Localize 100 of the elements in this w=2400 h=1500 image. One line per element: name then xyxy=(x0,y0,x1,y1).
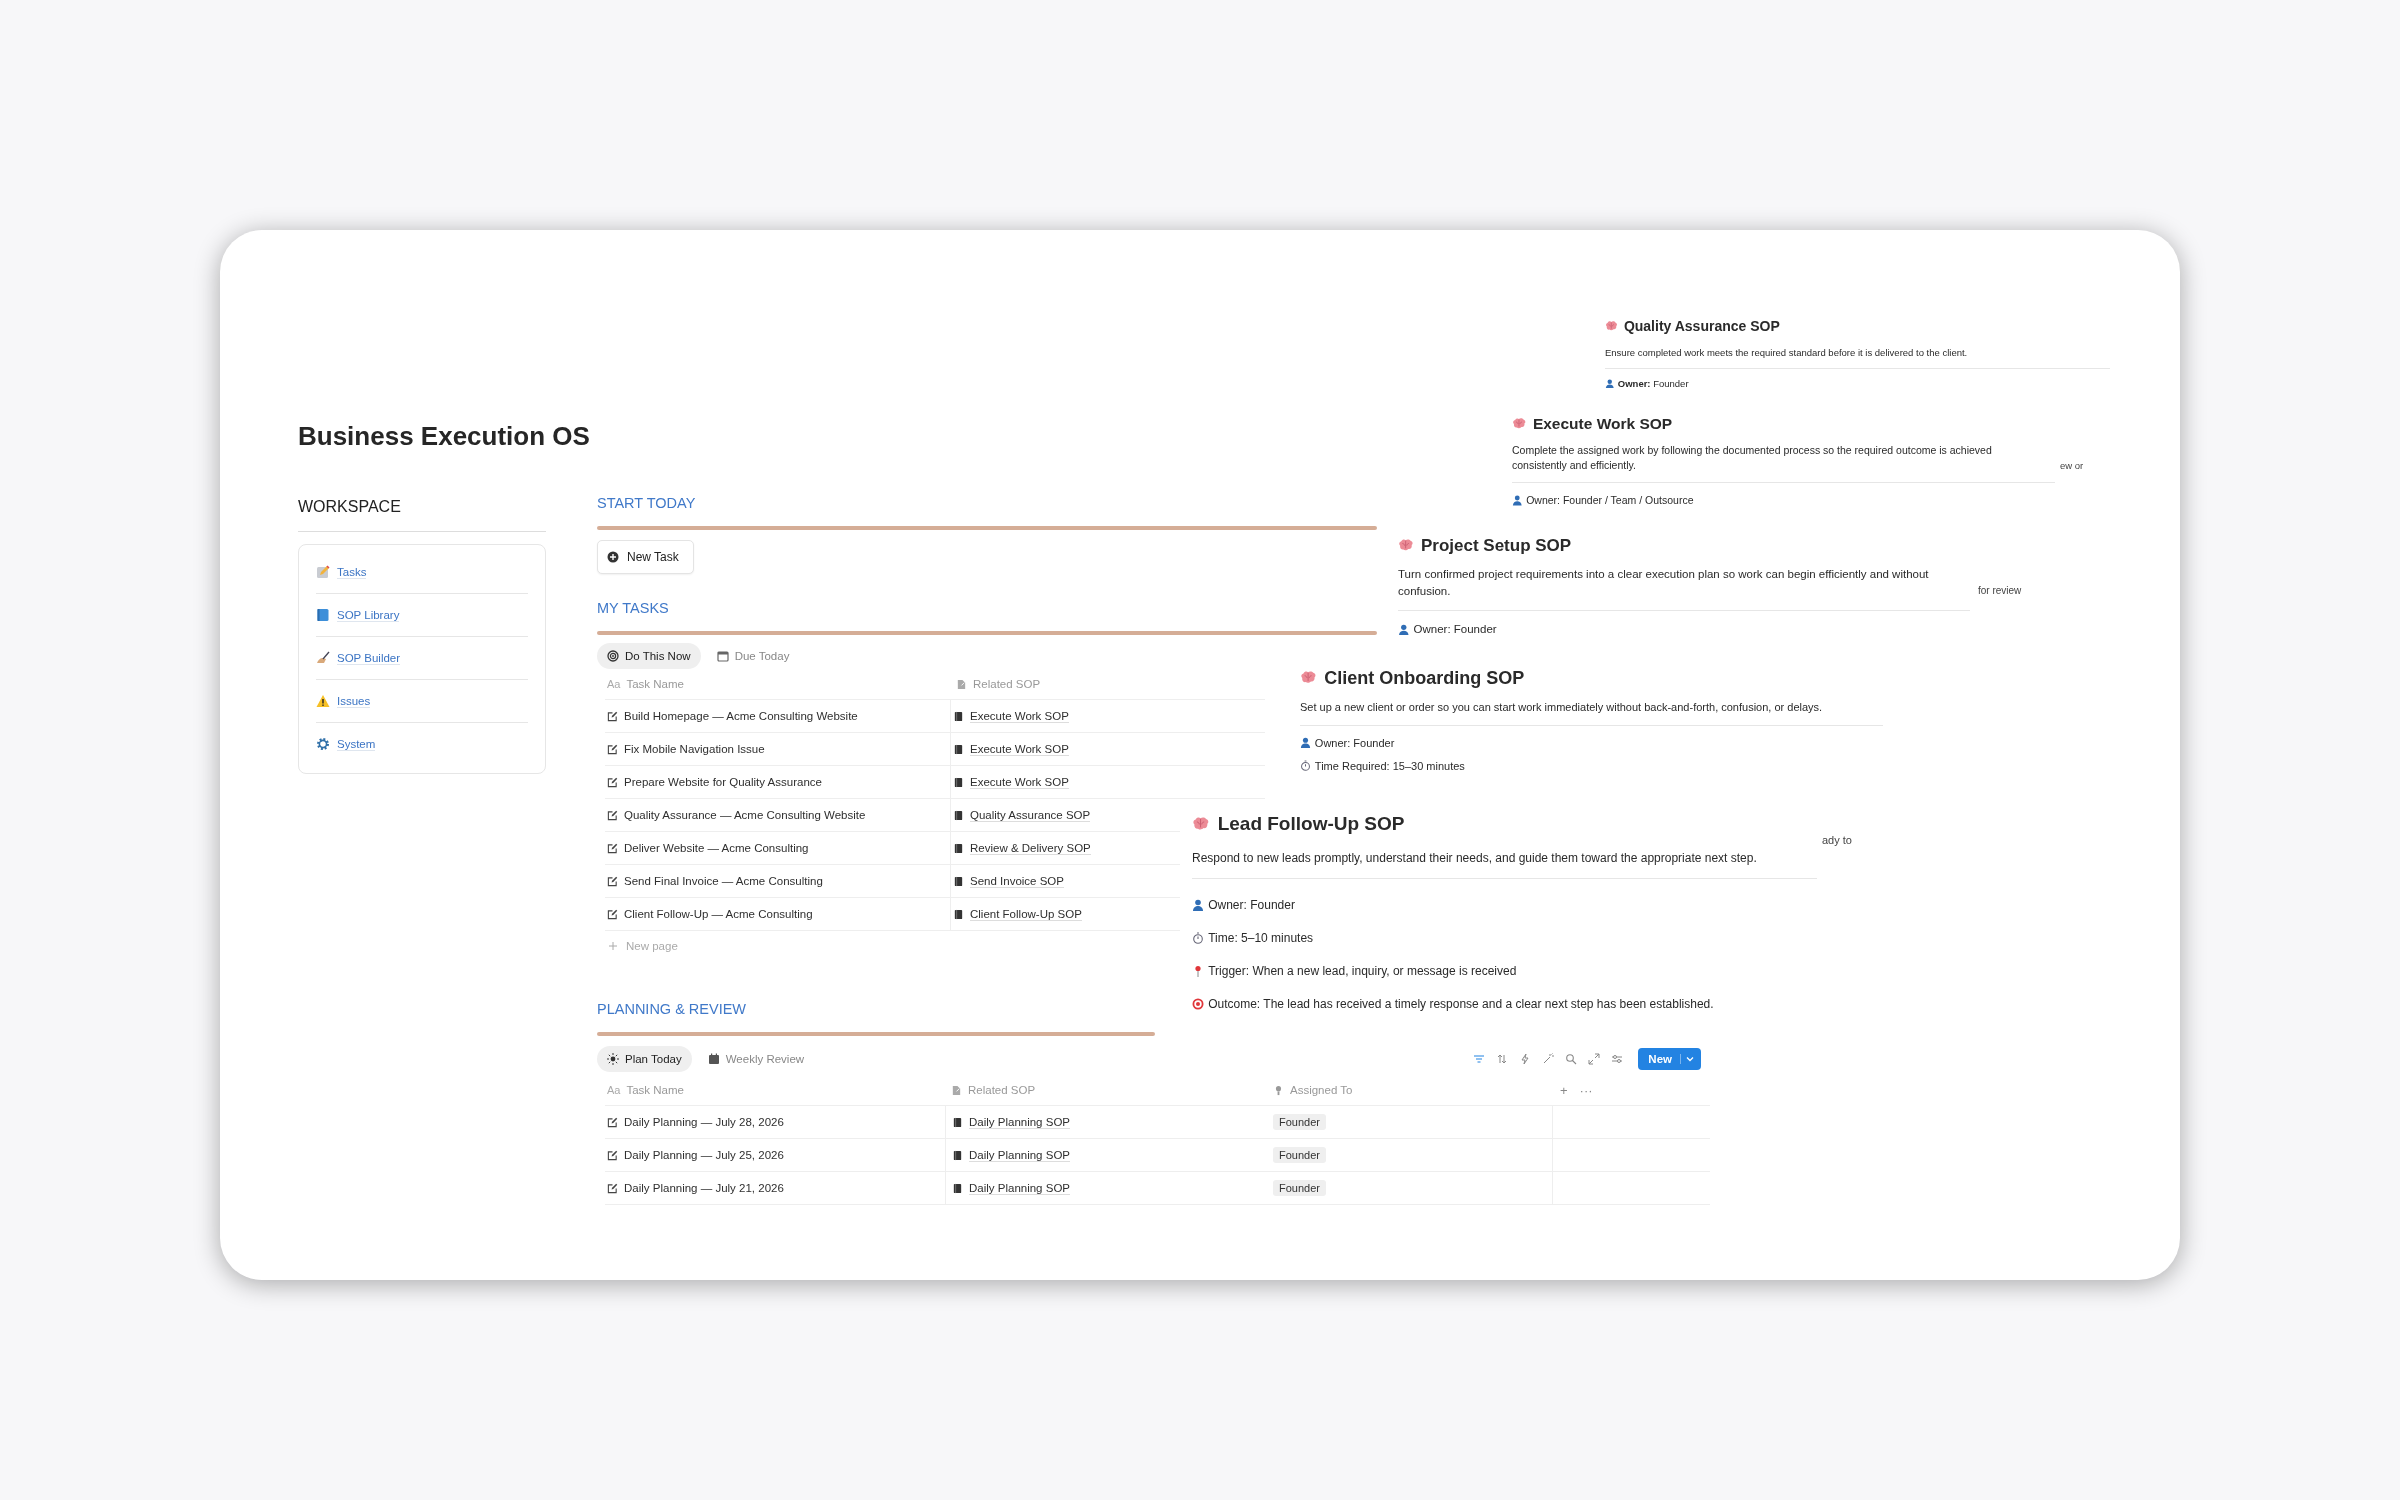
assignee-tag: Founder xyxy=(1273,1114,1326,1130)
task-name[interactable]: Send Final Invoice — Acme Consulting xyxy=(624,875,823,887)
sort-icon[interactable] xyxy=(1496,1053,1509,1065)
title-property-glyph: Aa xyxy=(607,678,621,690)
sun-icon xyxy=(607,1053,619,1065)
view-tab[interactable]: Do This Now xyxy=(597,643,701,669)
writing-hand-icon xyxy=(316,651,330,665)
sidebar-link[interactable]: SOP Builder xyxy=(337,651,401,665)
sop-link[interactable]: Execute Work SOP xyxy=(970,742,1069,756)
task-name[interactable]: Daily Planning — July 21, 2026 xyxy=(624,1182,784,1194)
sop-detail: Outcome: The lead has received a timely response and a clear next step has been established. xyxy=(1208,997,1714,1012)
section-heading: MY TASKS xyxy=(597,599,669,618)
sop-title: Execute Work SOP xyxy=(1532,415,1673,433)
task-name[interactable]: Client Follow-Up — Acme Consulting xyxy=(624,908,813,920)
document-icon xyxy=(953,809,964,821)
document-icon xyxy=(952,1182,963,1194)
stopwatch-icon xyxy=(1300,760,1311,772)
sop-description: Ensure completed work meets the required standard before it is delivered to the client. xyxy=(1605,346,1969,360)
view-tab[interactable]: Plan Today xyxy=(597,1046,692,1072)
caret-icon[interactable] xyxy=(1680,1054,1695,1064)
sop-detail: Trigger: When a new lead, inquiry, or message is received xyxy=(1208,964,1517,979)
sop-link[interactable]: Daily Planning SOP xyxy=(969,1181,1070,1195)
sop-description: Set up a new client or order so you can start work immediately without back-and-forth, confusion, or delays. xyxy=(1300,700,1824,715)
task-name[interactable]: Daily Planning — July 28, 2026 xyxy=(624,1116,784,1128)
task-name[interactable]: Fix Mobile Navigation Issue xyxy=(624,743,765,755)
edit-page-icon xyxy=(607,776,618,788)
sidebar-link[interactable]: Issues xyxy=(337,694,371,708)
column-action[interactable]: + xyxy=(1560,1082,1568,1098)
sliders-icon[interactable] xyxy=(1611,1053,1624,1065)
sop-link[interactable]: Execute Work SOP xyxy=(970,775,1069,789)
column-header: Related SOP xyxy=(973,678,1041,690)
sop-detail: Time Required: 15–30 minutes xyxy=(1314,759,1465,772)
sop-title: Quality Assurance SOP xyxy=(1623,318,1780,334)
memo-icon xyxy=(316,565,330,579)
task-name[interactable]: Prepare Website for Quality Assurance xyxy=(624,776,822,788)
document-icon xyxy=(953,875,964,887)
plus-circle-icon xyxy=(607,551,619,563)
wand-icon[interactable] xyxy=(1542,1053,1555,1065)
sidebar-link[interactable]: System xyxy=(337,737,376,751)
sop-title: Project Setup SOP xyxy=(1420,536,1572,556)
edit-page-icon xyxy=(607,743,618,755)
sidebar-link[interactable]: SOP Library xyxy=(337,608,400,622)
document-icon xyxy=(952,1149,963,1161)
brain-icon xyxy=(1398,539,1414,553)
filter-icon[interactable] xyxy=(1473,1053,1486,1065)
plus-icon xyxy=(608,941,618,951)
sidebar-link[interactable]: Tasks xyxy=(337,565,367,579)
section-heading: PLANNING & REVIEW xyxy=(597,1000,747,1019)
column-header: Related SOP xyxy=(968,1084,1036,1096)
task-name[interactable]: Build Homepage — Acme Consulting Website xyxy=(624,710,858,722)
sop-detail: Owner: Founder / Team / Outsource xyxy=(1526,494,1694,507)
partial-text: ew or xyxy=(2060,460,2084,471)
sop-link[interactable]: Quality Assurance SOP xyxy=(970,808,1091,822)
target-icon xyxy=(607,650,619,662)
lightning-icon[interactable] xyxy=(1519,1053,1532,1065)
column-header: Assigned To xyxy=(1290,1084,1353,1096)
task-name[interactable]: Daily Planning — July 25, 2026 xyxy=(624,1149,784,1161)
calendar-icon xyxy=(707,1053,720,1065)
document-icon xyxy=(953,776,964,788)
assignee-tag: Founder xyxy=(1273,1180,1326,1196)
sop-detail: Owner: Founder xyxy=(1413,623,1497,636)
task-name[interactable]: Deliver Website — Acme Consulting xyxy=(624,842,809,854)
section-heading: START TODAY xyxy=(597,494,696,513)
view-tab[interactable]: Weekly Review xyxy=(697,1046,815,1072)
warning-icon xyxy=(316,694,330,708)
sop-link[interactable]: Send Invoice SOP xyxy=(970,874,1064,888)
sop-link[interactable]: Daily Planning SOP xyxy=(969,1115,1070,1129)
sop-detail: Owner: Founder xyxy=(1208,898,1295,913)
edit-page-icon xyxy=(607,1116,618,1128)
assignee-tag: Founder xyxy=(1273,1147,1326,1163)
document-icon xyxy=(953,908,964,920)
partial-text: for review xyxy=(1978,585,2022,596)
document-icon xyxy=(953,743,964,755)
search-icon[interactable] xyxy=(1565,1053,1578,1065)
sop-link[interactable]: Review & Delivery SOP xyxy=(970,841,1091,855)
sop-description: Complete the assigned work by following the documented process so the required outcome is achieved consistently and efficiently. xyxy=(1512,443,1993,474)
column-header: Task Name xyxy=(626,678,684,690)
edit-page-icon xyxy=(607,809,618,821)
new-button[interactable]: New xyxy=(1638,1048,1701,1070)
expand-icon[interactable] xyxy=(1588,1053,1601,1065)
column-header: Task Name xyxy=(626,1084,684,1096)
sop-description: Turn confirmed project requirements into a clear execution plan so work can begin efficiently and without confusion. xyxy=(1398,567,1930,599)
sop-detail: Time: 5–10 minutes xyxy=(1208,931,1314,946)
sop-link[interactable]: Execute Work SOP xyxy=(970,709,1069,723)
task-name[interactable]: Quality Assurance — Acme Consulting Website xyxy=(624,809,866,821)
new-task-button[interactable]: New Task xyxy=(597,540,694,574)
book-icon xyxy=(316,608,330,622)
brain-icon xyxy=(1192,816,1210,832)
sop-link[interactable]: Client Follow-Up SOP xyxy=(970,907,1082,921)
document-icon xyxy=(953,842,964,854)
view-tab[interactable]: Due Today xyxy=(706,643,800,669)
column-action[interactable]: ··· xyxy=(1579,1082,1593,1098)
sop-link[interactable]: Daily Planning SOP xyxy=(969,1148,1070,1162)
page-title: Business Execution OS xyxy=(298,421,590,451)
edit-page-icon xyxy=(607,908,618,920)
edit-page-icon xyxy=(607,842,618,854)
edit-page-icon xyxy=(607,1182,618,1194)
gear-icon xyxy=(316,737,330,751)
document-icon xyxy=(953,710,964,722)
document-icon xyxy=(952,1116,963,1128)
